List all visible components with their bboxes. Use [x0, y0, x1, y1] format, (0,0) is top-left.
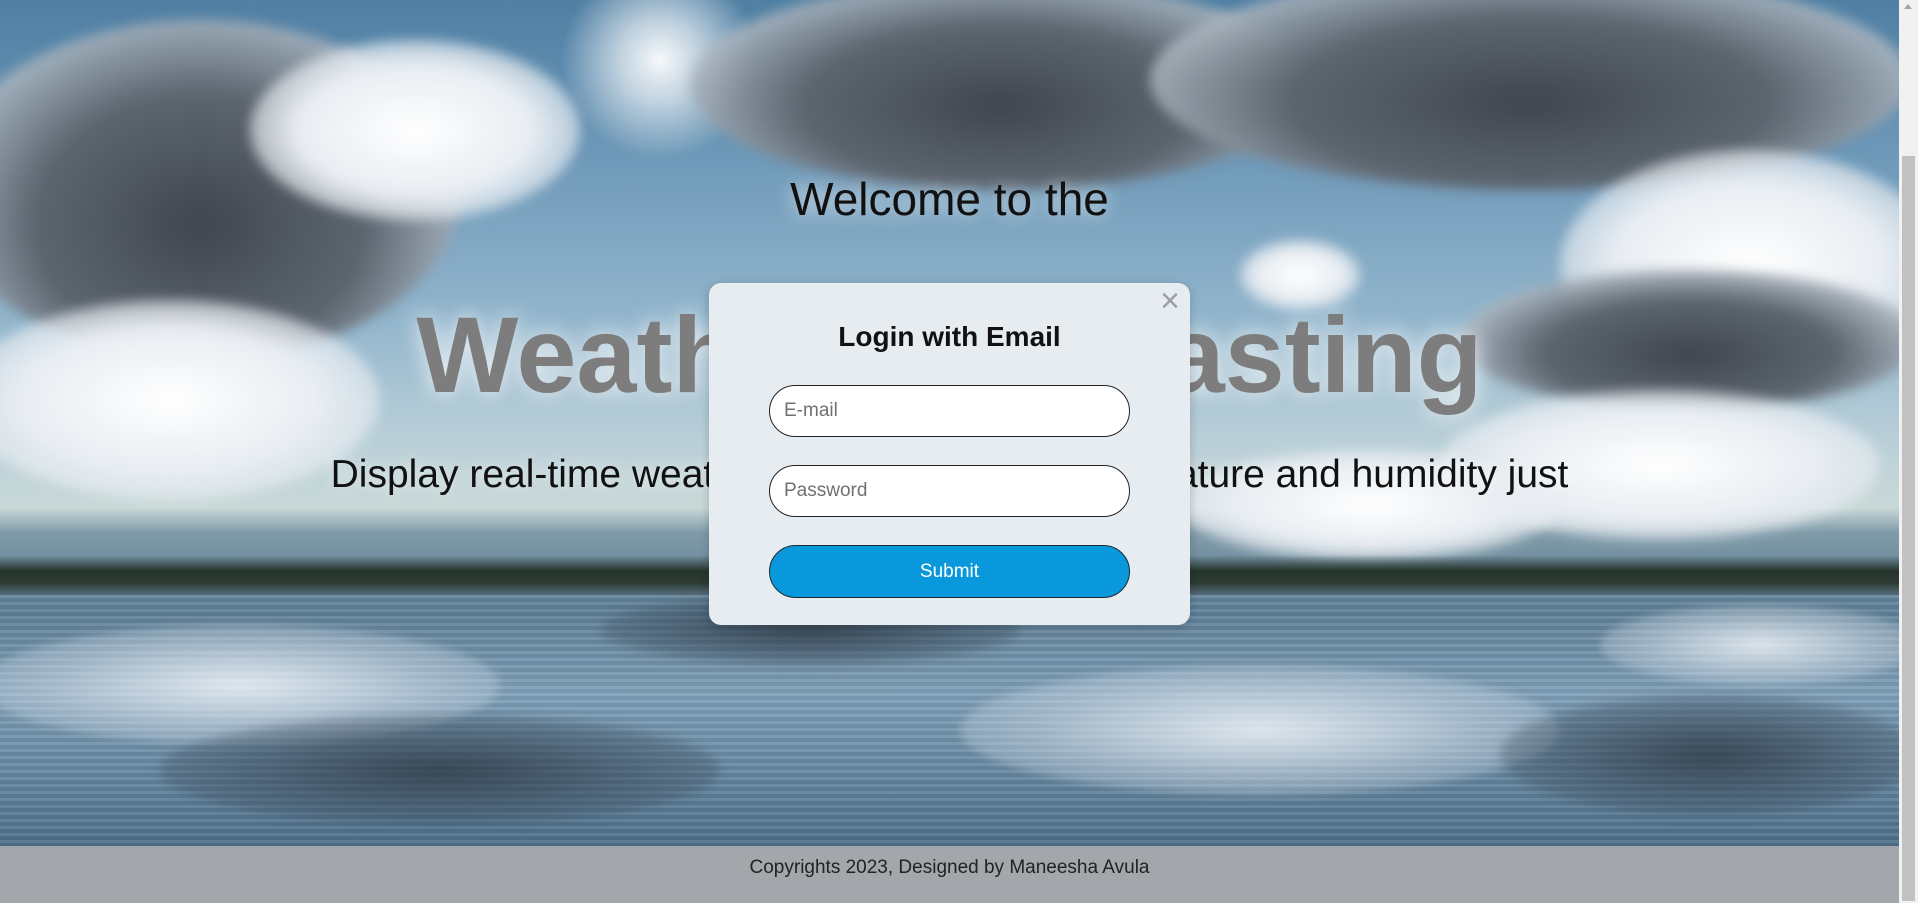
- footer: Copyrights 2023, Designed by Maneesha Av…: [0, 846, 1899, 903]
- reflected-cloud: [1600, 605, 1899, 685]
- modal-title: Login with Email: [838, 321, 1061, 352]
- email-field[interactable]: [769, 385, 1130, 437]
- password-field[interactable]: [769, 465, 1130, 517]
- vertical-scrollbar[interactable]: [1899, 0, 1918, 903]
- footer-text: Copyrights 2023, Designed by Maneesha Av…: [749, 857, 1150, 878]
- close-icon[interactable]: ×: [1156, 284, 1184, 318]
- hero-welcome-text: Welcome to the: [790, 173, 1109, 225]
- water-reflection: [0, 595, 1899, 846]
- reflected-cloud: [1500, 695, 1899, 815]
- page: Welcome to the Weather Forecasting Displ…: [0, 0, 1899, 903]
- reflected-cloud: [160, 715, 720, 825]
- scrollbar-thumb[interactable]: [1902, 156, 1915, 901]
- reflected-cloud: [960, 665, 1560, 795]
- login-modal: × Login with Email Submit: [709, 283, 1190, 625]
- scroll-up-arrow-icon[interactable]: [1904, 4, 1912, 9]
- submit-button[interactable]: Submit: [769, 545, 1130, 598]
